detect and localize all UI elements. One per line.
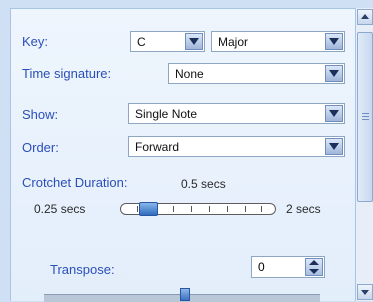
transpose-slider-thumb[interactable]: [180, 288, 190, 301]
order-label: Order:: [22, 140, 59, 155]
spin-arrows-icon: [309, 260, 319, 274]
slider-tick: [137, 206, 138, 212]
time-signature-value: None: [175, 67, 204, 81]
scrollbar-thumb[interactable]: [357, 32, 373, 202]
order-dropdown-button[interactable]: [325, 138, 343, 155]
grip-line: [362, 113, 369, 114]
duration-min-label: 0.25 secs: [34, 202, 86, 216]
transpose-spinner[interactable]: 0: [251, 256, 325, 278]
transpose-value: 0: [258, 260, 265, 274]
slider-tick: [191, 206, 192, 212]
scroll-down-icon: [361, 290, 369, 295]
transpose-spin-button[interactable]: [305, 258, 323, 276]
show-value: Single Note: [135, 107, 198, 121]
scroll-down-button[interactable]: [357, 284, 373, 300]
show-label: Show:: [22, 107, 59, 122]
dropdown-arrow-icon: [329, 38, 339, 45]
time-signature-select[interactable]: None: [168, 63, 345, 84]
crotchet-duration-label: Crotchet Duration:: [22, 175, 128, 190]
slider-tick: [261, 206, 262, 212]
grip-line: [362, 116, 369, 117]
order-value: Forward: [135, 140, 180, 154]
dropdown-arrow-icon: [329, 110, 339, 117]
dropdown-arrow-icon: [189, 38, 199, 45]
grip-line: [362, 119, 369, 120]
duration-slider-thumb[interactable]: [139, 202, 159, 216]
transpose-label: Transpose:: [50, 262, 115, 277]
slider-tick: [227, 206, 228, 212]
show-select[interactable]: Single Note: [128, 103, 345, 124]
show-dropdown-button[interactable]: [325, 105, 343, 122]
key-note-dropdown-button[interactable]: [185, 33, 203, 50]
duration-max-label: 2 secs: [286, 202, 321, 216]
slider-tick: [173, 206, 174, 212]
crotchet-duration-value: 0.5 secs: [181, 177, 226, 191]
slider-tick: [245, 206, 246, 212]
key-mode-value: Major: [218, 35, 249, 49]
key-note-select[interactable]: C: [130, 31, 205, 52]
dropdown-arrow-icon: [329, 70, 339, 77]
key-mode-select[interactable]: Major: [211, 31, 345, 52]
vertical-scrollbar[interactable]: [355, 8, 373, 301]
scroll-up-icon: [361, 14, 369, 19]
key-label: Key:: [22, 34, 49, 49]
time-signature-label: Time signature:: [22, 66, 112, 81]
dropdown-arrow-icon: [329, 143, 339, 150]
scroll-up-button[interactable]: [357, 9, 373, 25]
key-note-value: C: [137, 35, 146, 49]
key-mode-dropdown-button[interactable]: [325, 33, 343, 50]
slider-tick: [209, 206, 210, 212]
time-signature-dropdown-button[interactable]: [325, 65, 343, 82]
order-select[interactable]: Forward: [128, 136, 345, 157]
